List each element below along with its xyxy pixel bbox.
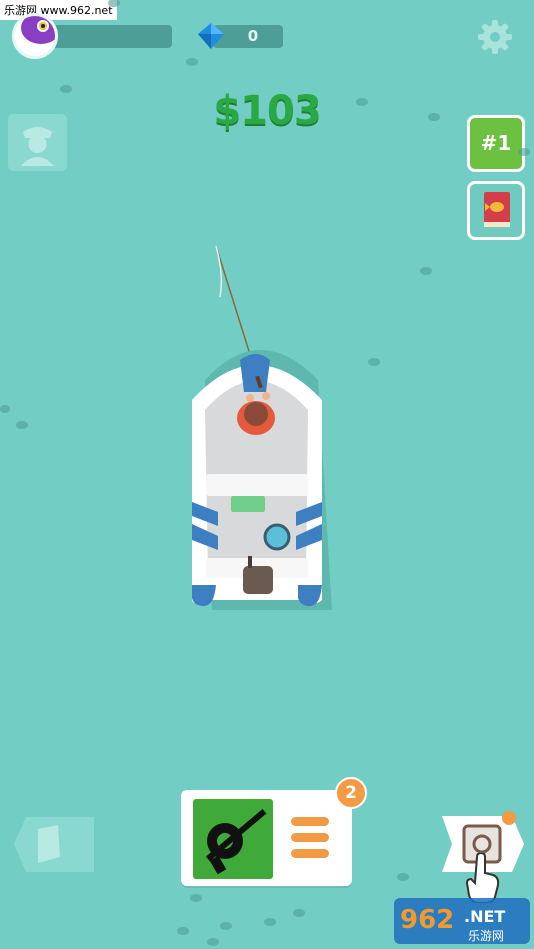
upgrade-count-badge: 2 [335, 777, 367, 809]
upgrade-item-slot[interactable] [193, 799, 273, 879]
svg-text:乐游网: 乐游网 [468, 929, 504, 943]
svg-text:.NET: .NET [464, 907, 505, 926]
map-button[interactable] [14, 817, 94, 872]
watermark-logo: 962 .NET 乐游网 [394, 898, 530, 944]
map-icon [38, 825, 60, 863]
fishing-rod-reel-icon [205, 808, 267, 875]
notification-dot [502, 811, 516, 825]
hand-pointer-icon [465, 853, 500, 903]
svg-text:962: 962 [400, 905, 454, 935]
menu-lines-icon[interactable] [291, 817, 333, 861]
